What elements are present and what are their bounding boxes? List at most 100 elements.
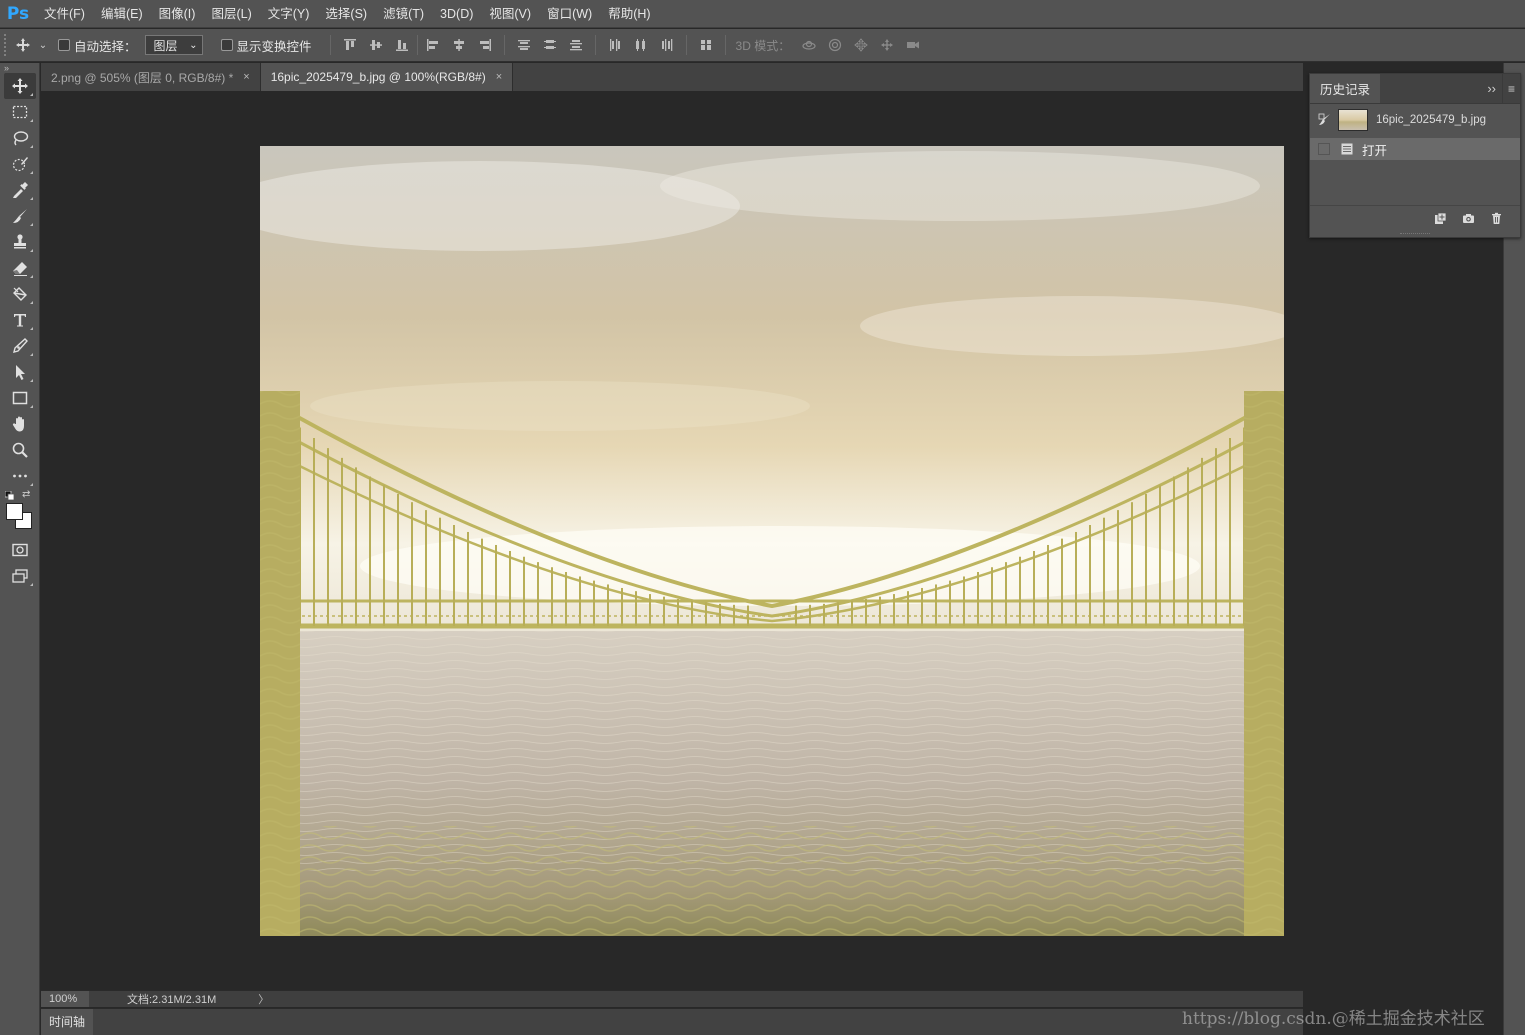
- distribute-vcenter-icon[interactable]: [537, 33, 563, 57]
- zoom-tool[interactable]: [4, 437, 36, 463]
- quick-mask-icon: [12, 543, 28, 557]
- align-left-icon[interactable]: [420, 33, 446, 57]
- options-bar: ⌄ 自动选择： 图层 ⌄ 显示变换控件 3D 模式：: [0, 29, 1525, 62]
- divider: [594, 35, 596, 55]
- distribute-bottom-icon[interactable]: [563, 33, 589, 57]
- distribute-left-icon[interactable]: [602, 33, 628, 57]
- tab-timeline[interactable]: 时间轴: [41, 1009, 93, 1035]
- document-canvas[interactable]: [260, 146, 1284, 936]
- pan-3d-icon[interactable]: [848, 33, 874, 57]
- menu-image[interactable]: 图像(I): [151, 0, 204, 28]
- rectangle-icon: [12, 391, 28, 405]
- document-tab-16pic[interactable]: 16pic_2025479_b.jpg @ 100%(RGB/8#) ×: [260, 63, 514, 91]
- zoom-icon: [12, 442, 28, 458]
- divider: [416, 35, 418, 55]
- move-tool[interactable]: [4, 73, 36, 99]
- distribute-hcenter-icon[interactable]: [628, 33, 654, 57]
- quick-select-tool[interactable]: [4, 151, 36, 177]
- distribute-right-icon[interactable]: [654, 33, 680, 57]
- toolbar-collapse-icon[interactable]: »: [0, 63, 39, 73]
- stamp-tool[interactable]: [4, 229, 36, 255]
- stamp-icon: [14, 234, 26, 249]
- foreground-color-swatch[interactable]: [6, 503, 23, 520]
- ps-logo: Ps: [6, 3, 30, 24]
- document-icon: [1341, 143, 1353, 155]
- auto-select-dropdown[interactable]: 图层 ⌄: [144, 35, 203, 55]
- panel-resize-handle[interactable]: [1400, 233, 1430, 236]
- orbit-3d-icon[interactable]: [796, 33, 822, 57]
- chevron-down-icon[interactable]: ⌄: [36, 33, 50, 57]
- auto-select-label: 自动选择：: [74, 39, 137, 54]
- status-menu-arrow[interactable]: 〉: [258, 991, 269, 1007]
- marquee-tool[interactable]: [4, 99, 36, 125]
- bridge-image: [260, 146, 1284, 936]
- panel-collapse-icon[interactable]: ››: [1487, 74, 1502, 103]
- align-hcenter-icon[interactable]: [446, 33, 472, 57]
- eraser-tool[interactable]: [4, 255, 36, 281]
- pen-tool[interactable]: [4, 333, 36, 359]
- history-snapshot[interactable]: 16pic_2025479_b.jpg: [1310, 104, 1520, 135]
- menu-window[interactable]: 窗口(W): [539, 0, 600, 28]
- type-tool[interactable]: [4, 307, 36, 333]
- document-tab-2png[interactable]: 2.png @ 505% (图层 0, RGB/8#) * ×: [41, 63, 261, 91]
- screen-mode-icon: [12, 569, 28, 583]
- tab-history[interactable]: 历史记录: [1310, 74, 1381, 103]
- slide-3d-icon[interactable]: [874, 33, 900, 57]
- align-bottom-icon[interactable]: [389, 33, 415, 57]
- paint-bucket-tool[interactable]: [4, 281, 36, 307]
- show-transform-checkbox[interactable]: [220, 39, 233, 51]
- history-header: 历史记录 ›› ≡: [1310, 74, 1520, 104]
- menu-file[interactable]: 文件(F): [36, 0, 93, 28]
- history-brush-source-icon[interactable]: [1316, 111, 1334, 129]
- trash-icon[interactable]: [1482, 209, 1510, 229]
- history-source-box[interactable]: [1318, 143, 1330, 155]
- paint-bucket-icon: [13, 287, 27, 301]
- rectangle-tool[interactable]: [4, 385, 36, 411]
- canvas-area[interactable]: [41, 91, 1303, 990]
- align-top-icon[interactable]: [337, 33, 363, 57]
- roll-3d-icon[interactable]: [822, 33, 848, 57]
- menu-select[interactable]: 选择(S): [317, 0, 375, 28]
- menu-filter[interactable]: 滤镜(T): [375, 0, 432, 28]
- default-colors-icon[interactable]: [5, 491, 14, 500]
- history-state-label: 打开: [1362, 143, 1388, 158]
- menu-view[interactable]: 视图(V): [481, 0, 539, 28]
- new-document-from-state-icon[interactable]: [1426, 209, 1454, 229]
- screen-mode-button[interactable]: [4, 563, 36, 589]
- menu-3d[interactable]: 3D(D): [432, 0, 481, 28]
- menu-bar: Ps 文件(F) 编辑(E) 图像(I) 图层(L) 文字(Y) 选择(S) 滤…: [0, 0, 1525, 28]
- menu-type[interactable]: 文字(Y): [260, 0, 318, 28]
- more-icon: [13, 474, 27, 478]
- close-icon[interactable]: ×: [496, 71, 502, 83]
- brush-icon: [13, 209, 27, 223]
- distribute-top-icon[interactable]: [511, 33, 537, 57]
- auto-select-checkbox[interactable]: [58, 39, 70, 51]
- menu-edit[interactable]: 编辑(E): [93, 0, 151, 28]
- zoom-field[interactable]: 100%: [41, 991, 89, 1007]
- brush-tool[interactable]: [4, 203, 36, 229]
- menu-layer[interactable]: 图层(L): [203, 0, 259, 28]
- camera-icon[interactable]: [1454, 209, 1482, 229]
- panel-menu-icon[interactable]: ≡: [1502, 74, 1520, 103]
- move-tool-preset-icon[interactable]: [10, 33, 36, 57]
- auto-align-icon[interactable]: [693, 33, 719, 57]
- color-swatches: ⇄: [0, 489, 40, 537]
- more-tools[interactable]: [4, 463, 36, 489]
- tab-title: 16pic_2025479_b.jpg @ 100%(RGB/8#): [270, 70, 486, 84]
- history-state-open[interactable]: 打开: [1310, 138, 1520, 160]
- eyedropper-tool[interactable]: [4, 177, 36, 203]
- close-icon[interactable]: ×: [243, 71, 249, 83]
- lasso-tool[interactable]: [4, 125, 36, 151]
- snapshot-label: 16pic_2025479_b.jpg: [1376, 113, 1486, 126]
- align-right-icon[interactable]: [472, 33, 498, 57]
- path-select-tool[interactable]: [4, 359, 36, 385]
- document-tab-bar: 2.png @ 505% (图层 0, RGB/8#) * × 16pic_20…: [41, 63, 1303, 91]
- hand-tool[interactable]: [4, 411, 36, 437]
- marquee-icon: [12, 105, 28, 119]
- align-vcenter-icon[interactable]: [363, 33, 389, 57]
- type-icon: [14, 314, 26, 327]
- menu-help[interactable]: 帮助(H): [600, 0, 658, 28]
- camera-3d-icon[interactable]: [900, 33, 926, 57]
- quick-mask-button[interactable]: [4, 537, 36, 563]
- swap-colors-icon[interactable]: ⇄: [22, 490, 32, 500]
